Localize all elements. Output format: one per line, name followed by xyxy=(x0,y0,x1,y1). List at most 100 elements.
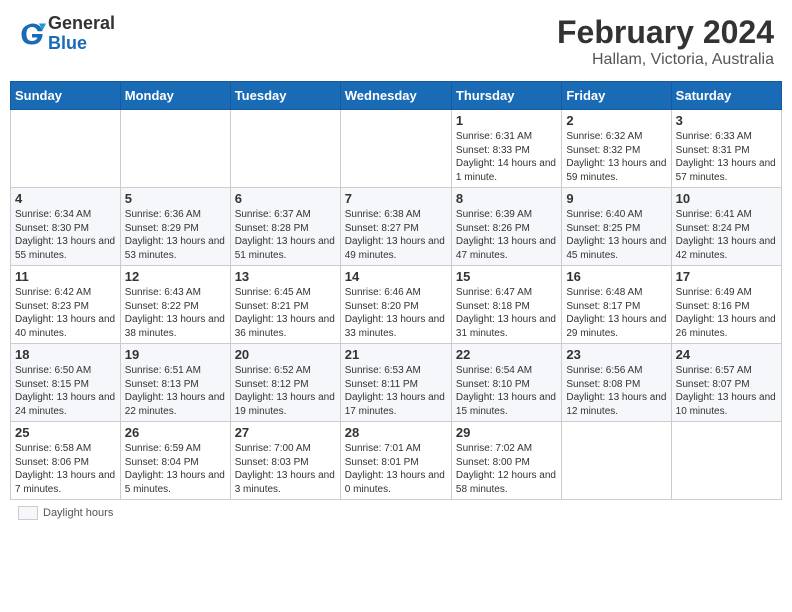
calendar-header-row: SundayMondayTuesdayWednesdayThursdayFrid… xyxy=(11,82,782,110)
month-title: February 2024 xyxy=(557,14,774,51)
calendar-cell: 10 Sunrise: 6:41 AM Sunset: 8:24 PM Dayli… xyxy=(671,188,781,266)
logo-text: General Blue xyxy=(48,14,115,54)
calendar-cell: 15Sunrise: 6:47 AM Sunset: 8:18 PM Dayli… xyxy=(451,266,561,344)
calendar-cell xyxy=(11,110,121,188)
day-info: Sunrise: 6:34 AM Sunset: 8:30 PM Dayligh… xyxy=(15,208,116,262)
calendar-cell: 8 Sunrise: 6:39 AM Sunset: 8:26 PM Daylig… xyxy=(451,188,561,266)
day-info: Sunrise: 6:48 AM Sunset: 8:17 PM Dayligh… xyxy=(566,286,666,340)
calendar-cell: 3 Sunrise: 6:33 AM Sunset: 8:31 PM Daylig… xyxy=(671,110,781,188)
day-number: 19 xyxy=(125,347,226,362)
day-number: 8 xyxy=(456,191,557,206)
calendar-table: SundayMondayTuesdayWednesdayThursdayFrid… xyxy=(10,81,782,500)
day-info: Sunrise: 6:56 AM Sunset: 8:08 PM Dayligh… xyxy=(566,364,666,418)
day-info: Sunrise: 6:36 AM Sunset: 8:29 PM Dayligh… xyxy=(125,208,226,262)
day-info: Sunrise: 6:52 AM Sunset: 8:12 PM Dayligh… xyxy=(235,364,336,418)
day-number: 3 xyxy=(676,113,777,128)
day-info: Sunrise: 6:59 AM Sunset: 8:04 PM Dayligh… xyxy=(125,442,226,496)
day-number: 6 xyxy=(235,191,336,206)
calendar-cell: 4 Sunrise: 6:34 AM Sunset: 8:30 PM Daylig… xyxy=(11,188,121,266)
day-number: 10 xyxy=(676,191,777,206)
day-info: Sunrise: 6:42 AM Sunset: 8:23 PM Dayligh… xyxy=(15,286,116,340)
day-number: 27 xyxy=(235,425,336,440)
calendar-cell: 18Sunrise: 6:50 AM Sunset: 8:15 PM Dayli… xyxy=(11,344,121,422)
day-info: Sunrise: 6:37 AM Sunset: 8:28 PM Dayligh… xyxy=(235,208,336,262)
day-info: Sunrise: 6:39 AM Sunset: 8:26 PM Dayligh… xyxy=(456,208,557,262)
logo: General Blue xyxy=(18,14,115,54)
calendar-cell: 13Sunrise: 6:45 AM Sunset: 8:21 PM Dayli… xyxy=(230,266,340,344)
day-info: Sunrise: 6:54 AM Sunset: 8:10 PM Dayligh… xyxy=(456,364,557,418)
calendar-cell: 2 Sunrise: 6:32 AM Sunset: 8:32 PM Daylig… xyxy=(562,110,671,188)
calendar-cell: 7Sunrise: 6:38 AM Sunset: 8:27 PM Daylig… xyxy=(340,188,451,266)
day-number: 13 xyxy=(235,269,336,284)
calendar-cell: 12 Sunrise: 6:43 AM Sunset: 8:22 PM Dayli… xyxy=(120,266,230,344)
calendar-cell: 22 Sunrise: 6:54 AM Sunset: 8:10 PM Dayli… xyxy=(451,344,561,422)
calendar-week-row: 4 Sunrise: 6:34 AM Sunset: 8:30 PM Daylig… xyxy=(11,188,782,266)
calendar-header-thursday: Thursday xyxy=(451,82,561,110)
page-header: General Blue February 2024 Hallam, Victo… xyxy=(10,10,782,73)
day-info: Sunrise: 6:43 AM Sunset: 8:22 PM Dayligh… xyxy=(125,286,226,340)
calendar-week-row: 25Sunrise: 6:58 AM Sunset: 8:06 PM Dayli… xyxy=(11,422,782,500)
calendar-cell xyxy=(230,110,340,188)
day-number: 5 xyxy=(125,191,226,206)
day-number: 22 xyxy=(456,347,557,362)
calendar-cell: 20 Sunrise: 6:52 AM Sunset: 8:12 PM Dayli… xyxy=(230,344,340,422)
calendar-header-monday: Monday xyxy=(120,82,230,110)
calendar-cell xyxy=(120,110,230,188)
day-number: 16 xyxy=(566,269,666,284)
day-info: Sunrise: 6:40 AM Sunset: 8:25 PM Dayligh… xyxy=(566,208,666,262)
day-info: Sunrise: 6:33 AM Sunset: 8:31 PM Dayligh… xyxy=(676,130,777,184)
calendar-week-row: 11 Sunrise: 6:42 AM Sunset: 8:23 PM Dayli… xyxy=(11,266,782,344)
calendar-cell: 16 Sunrise: 6:48 AM Sunset: 8:17 PM Dayli… xyxy=(562,266,671,344)
day-number: 7 xyxy=(345,191,447,206)
calendar-header-saturday: Saturday xyxy=(671,82,781,110)
day-info: Sunrise: 6:41 AM Sunset: 8:24 PM Dayligh… xyxy=(676,208,777,262)
day-number: 25 xyxy=(15,425,116,440)
calendar-cell xyxy=(671,422,781,500)
calendar-cell: 1 Sunrise: 6:31 AM Sunset: 8:33 PM Daylig… xyxy=(451,110,561,188)
day-number: 21 xyxy=(345,347,447,362)
day-number: 11 xyxy=(15,269,116,284)
day-info: Sunrise: 6:49 AM Sunset: 8:16 PM Dayligh… xyxy=(676,286,777,340)
calendar-cell: 11 Sunrise: 6:42 AM Sunset: 8:23 PM Dayli… xyxy=(11,266,121,344)
calendar-week-row: 18Sunrise: 6:50 AM Sunset: 8:15 PM Dayli… xyxy=(11,344,782,422)
calendar-cell: 17 Sunrise: 6:49 AM Sunset: 8:16 PM Dayli… xyxy=(671,266,781,344)
calendar-cell: 29 Sunrise: 7:02 AM Sunset: 8:00 PM Dayli… xyxy=(451,422,561,500)
day-number: 26 xyxy=(125,425,226,440)
day-info: Sunrise: 6:51 AM Sunset: 8:13 PM Dayligh… xyxy=(125,364,226,418)
day-number: 28 xyxy=(345,425,447,440)
calendar-cell: 23 Sunrise: 6:56 AM Sunset: 8:08 PM Dayli… xyxy=(562,344,671,422)
calendar-cell: 28 Sunrise: 7:01 AM Sunset: 8:01 PM Dayli… xyxy=(340,422,451,500)
day-info: Sunrise: 7:00 AM Sunset: 8:03 PM Dayligh… xyxy=(235,442,336,496)
calendar-cell: 25Sunrise: 6:58 AM Sunset: 8:06 PM Dayli… xyxy=(11,422,121,500)
day-number: 29 xyxy=(456,425,557,440)
calendar-cell: 26 Sunrise: 6:59 AM Sunset: 8:04 PM Dayli… xyxy=(120,422,230,500)
day-number: 9 xyxy=(566,191,666,206)
day-info: Sunrise: 6:46 AM Sunset: 8:20 PM Dayligh… xyxy=(345,286,447,340)
calendar-header-sunday: Sunday xyxy=(11,82,121,110)
day-info: Sunrise: 6:32 AM Sunset: 8:32 PM Dayligh… xyxy=(566,130,666,184)
day-number: 23 xyxy=(566,347,666,362)
day-number: 1 xyxy=(456,113,557,128)
calendar-week-row: 1 Sunrise: 6:31 AM Sunset: 8:33 PM Daylig… xyxy=(11,110,782,188)
title-block: February 2024 Hallam, Victoria, Australi… xyxy=(557,14,774,69)
calendar-cell: 14Sunrise: 6:46 AM Sunset: 8:20 PM Dayli… xyxy=(340,266,451,344)
calendar-cell xyxy=(562,422,671,500)
day-info: Sunrise: 7:01 AM Sunset: 8:01 PM Dayligh… xyxy=(345,442,447,496)
day-number: 12 xyxy=(125,269,226,284)
day-number: 20 xyxy=(235,347,336,362)
day-info: Sunrise: 6:53 AM Sunset: 8:11 PM Dayligh… xyxy=(345,364,447,418)
calendar-cell xyxy=(340,110,451,188)
calendar-cell: 5 Sunrise: 6:36 AM Sunset: 8:29 PM Daylig… xyxy=(120,188,230,266)
calendar-cell: 6 Sunrise: 6:37 AM Sunset: 8:28 PM Daylig… xyxy=(230,188,340,266)
logo-icon xyxy=(18,20,46,48)
day-info: Sunrise: 6:31 AM Sunset: 8:33 PM Dayligh… xyxy=(456,130,557,184)
calendar-header-tuesday: Tuesday xyxy=(230,82,340,110)
day-number: 4 xyxy=(15,191,116,206)
day-info: Sunrise: 7:02 AM Sunset: 8:00 PM Dayligh… xyxy=(456,442,557,496)
day-number: 2 xyxy=(566,113,666,128)
day-number: 17 xyxy=(676,269,777,284)
calendar-cell: 21 Sunrise: 6:53 AM Sunset: 8:11 PM Dayli… xyxy=(340,344,451,422)
location-title: Hallam, Victoria, Australia xyxy=(557,51,774,69)
logo-blue-text: Blue xyxy=(48,34,115,54)
calendar-cell: 27 Sunrise: 7:00 AM Sunset: 8:03 PM Dayli… xyxy=(230,422,340,500)
